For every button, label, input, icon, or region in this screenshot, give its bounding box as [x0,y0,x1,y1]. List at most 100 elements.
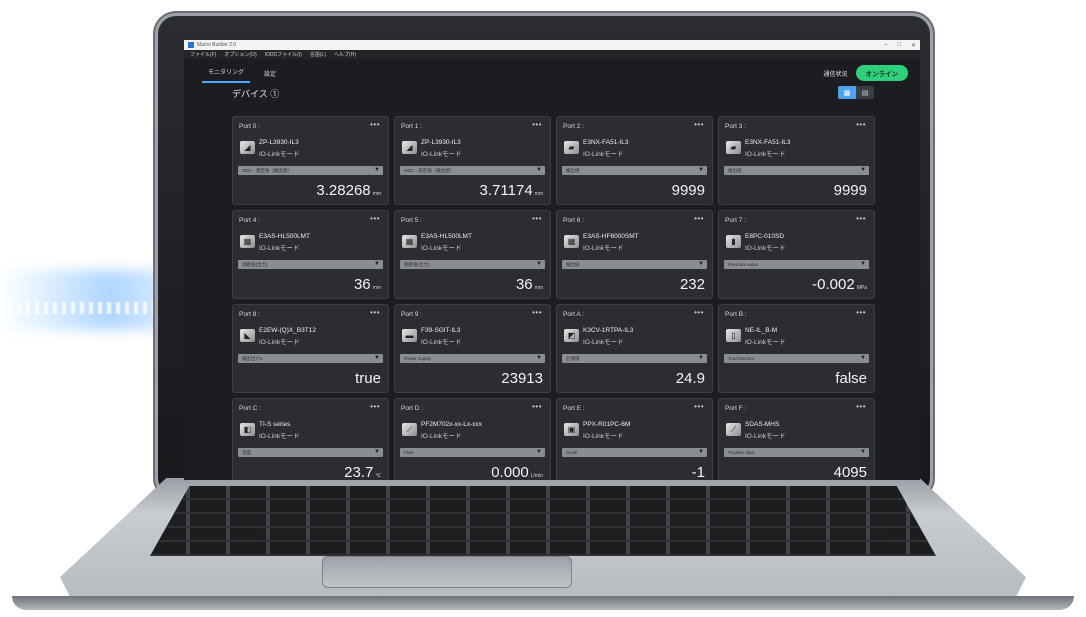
device-card-1[interactable]: Port 1 : ••• ◢ ZP-L3930-IL3 IO-Linkモード M… [394,116,551,205]
device-card-10[interactable]: Port A : ••• ◩ K3CV-1RTPA-IL3 IO-Linkモード… [556,304,713,393]
menu-file[interactable]: ファイル(F) [190,51,216,58]
parameter-select-value: 温度 [242,449,251,455]
device-card-0[interactable]: Port 0 : ••• ◢ ZP-L3930-IL3 IO-Linkモード H… [232,116,389,205]
device-mode: IO-Linkモード [259,433,300,440]
parameter-select[interactable]: 計測値 ▼ [562,354,707,363]
device-model: E3AS-HL500LMT [421,233,472,240]
parameter-select[interactable]: Scale ▼ [562,448,707,457]
parameter-select[interactable]: Position data ▼ [724,448,869,457]
device-card-11[interactable]: Port B : ••• ▯ NE-IL_B-M IO-Linkモード Touc… [718,304,875,393]
parameter-select[interactable]: TouchSensor ▼ [724,354,869,363]
parameter-select[interactable]: 検出値 ▼ [562,166,707,175]
chevron-down-icon: ▼ [698,355,704,361]
more-icon[interactable]: ••• [856,402,866,411]
parameter-select[interactable]: 検出出力1 ▼ [238,354,383,363]
minimize-icon[interactable]: – [884,42,887,49]
parameter-select[interactable]: Pressure value ▼ [724,260,869,269]
photoelectric-sensor-icon: ▦ [402,235,417,248]
value-number: 9999 [833,182,867,199]
parameter-select-value: TouchSensor [728,356,755,361]
device-card-7[interactable]: Port 7 : ••• ▮ E8PC-010SD IO-Linkモード Pre… [718,210,875,299]
device-value: 3.71174 mm [480,182,543,199]
more-icon[interactable]: ••• [694,214,704,223]
device-mode: IO-Linkモード [745,151,786,158]
more-icon[interactable]: ••• [532,402,542,411]
device-mode: IO-Linkモード [421,245,462,252]
tab-monitoring[interactable]: モニタリング [202,67,251,83]
device-card-14[interactable]: Port E : ••• ▣ PPX-R01PC-6M IO-Linkモード S… [556,398,713,480]
device-card-15[interactable]: Port F : ••• ⟋ SDAS-MHS IO-Linkモード Posit… [718,398,875,480]
value-number: 9999 [671,182,705,199]
device-mode: IO-Linkモード [583,433,624,440]
controller-icon: ◩ [564,329,579,342]
chevron-down-icon: ▼ [374,449,380,455]
more-icon[interactable]: ••• [370,308,380,317]
parameter-select[interactable]: Power supply ▼ [400,354,545,363]
parameter-select[interactable]: 検出値 ▼ [724,166,869,175]
chevron-down-icon: ▼ [374,167,380,173]
tab-row: モニタリング 設定 通信状況 オンライン [184,59,920,83]
more-icon[interactable]: ••• [856,120,866,129]
device-card-8[interactable]: Port 8 : ••• ◣ E2EW-(Q)X_B3T12 IO-Linkモー… [232,304,389,393]
chevron-down-icon: ▼ [698,261,704,267]
more-icon[interactable]: ••• [370,214,380,223]
value-number: -1 [691,464,705,480]
parameter-select[interactable]: 温度 ▼ [238,448,383,457]
parameter-select[interactable]: 検出値 ▼ [562,260,707,269]
menu-help[interactable]: ヘルプ(H) [334,51,356,58]
parameter-select[interactable]: HDC - 測定値（検出値） ▼ [238,166,383,175]
value-unit: mm [534,285,543,291]
more-icon[interactable]: ••• [694,402,704,411]
value-number: 36 [515,276,533,293]
parameter-select[interactable]: 測距値(出力) ▼ [400,260,545,269]
parameter-select-value: Scale [566,450,578,455]
online-button[interactable]: オンライン [855,65,908,81]
device-model: E3NX-FA51-IL3 [745,139,791,146]
device-card-6[interactable]: Port 6 : ••• ▦ E3AS-HF6000SMT IO-Linkモード… [556,210,713,299]
device-card-12[interactable]: Port C : ••• ◧ TI-S series IO-Linkモード 温度… [232,398,389,480]
tab-settings[interactable]: 設定 [258,69,282,83]
chevron-down-icon: ▼ [536,449,542,455]
value-number: 3.71174 [479,182,533,199]
close-icon[interactable]: ✕ [911,42,916,49]
device-card-2[interactable]: Port 2 : ••• ▰ E3NX-FA51-IL3 IO-Linkモード … [556,116,713,205]
menu-iodd[interactable]: IODDファイル(I) [265,51,302,58]
device-card-13[interactable]: Port D : ••• ⟋ PF2M702x-xx-Lx-xxx IO-Lin… [394,398,551,480]
more-icon[interactable]: ••• [856,214,866,223]
value-number: false [835,370,867,387]
more-icon[interactable]: ••• [370,402,380,411]
device-card-9[interactable]: Port 9 : ••• ▬ F39-SGIT-IL3 IO-Linkモード P… [394,304,551,393]
fiber-amp-icon: ▰ [726,141,741,154]
parameter-select-value: MDC - 測定値（検出値） [404,167,455,173]
parameter-select[interactable]: Flow ▼ [400,448,545,457]
device-value: false [835,370,867,387]
list-view-icon[interactable]: ▤ [856,86,874,99]
more-icon[interactable]: ••• [532,308,542,317]
parameter-select[interactable]: 測距値(出力) ▼ [238,260,383,269]
parameter-select[interactable]: MDC - 測定値（検出値） ▼ [400,166,545,175]
displacement-sensor-icon: ◢ [402,141,417,154]
value-number: 0.000 [491,464,529,480]
grid-view-icon[interactable]: ▦ [838,86,856,99]
maximize-icon[interactable]: □ [897,42,901,49]
device-card-3[interactable]: Port 3 : ••• ▰ E3NX-FA51-IL3 IO-Linkモード … [718,116,875,205]
trackpad [322,556,572,588]
device-card-4[interactable]: Port 4 : ••• ▦ E3AS-HL500LMT IO-Linkモード … [232,210,389,299]
more-icon[interactable]: ••• [694,120,704,129]
device-model: TI-S series [259,421,291,428]
more-icon[interactable]: ••• [532,120,542,129]
device-model: E3AS-HF6000SMT [583,233,639,240]
device-model: PF2M702x-xx-Lx-xxx [421,421,483,428]
menu-options[interactable]: オプション(O) [224,51,256,58]
menu-language[interactable]: 言語(L) [310,51,326,58]
more-icon[interactable]: ••• [694,308,704,317]
more-icon[interactable]: ••• [856,308,866,317]
chevron-down-icon: ▼ [536,261,542,267]
device-mode: IO-Linkモード [259,151,300,158]
device-card-5[interactable]: Port 5 : ••• ▦ E3AS-HL500LMT IO-Linkモード … [394,210,551,299]
more-icon[interactable]: ••• [532,214,542,223]
more-icon[interactable]: ••• [370,120,380,129]
port-label: Port 5 : [401,217,422,224]
value-number: -0.002 [812,276,855,293]
device-value: 232 [680,276,705,293]
